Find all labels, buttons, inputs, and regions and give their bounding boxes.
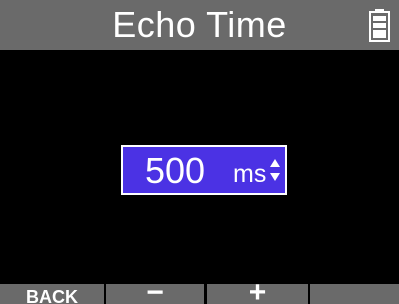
- up-down-arrows-icon: [270, 159, 280, 181]
- echo-time-value-field[interactable]: 500 ms: [121, 145, 287, 195]
- increase-button-label: +: [248, 284, 267, 304]
- screen-title: Echo Time: [112, 4, 287, 45]
- value-unit: ms: [233, 160, 267, 188]
- increase-button[interactable]: +: [207, 284, 308, 304]
- blank-function-button[interactable]: [310, 284, 399, 304]
- decrease-button[interactable]: −: [106, 284, 204, 304]
- back-button[interactable]: BACK: [0, 284, 104, 304]
- battery-full-icon: [369, 9, 390, 42]
- function-key-bar: BACK − +: [0, 284, 399, 304]
- back-button-label: BACK: [26, 287, 78, 304]
- title-bar: Echo Time: [0, 0, 399, 50]
- value-number: 500: [145, 150, 206, 191]
- decrease-button-label: −: [146, 284, 164, 304]
